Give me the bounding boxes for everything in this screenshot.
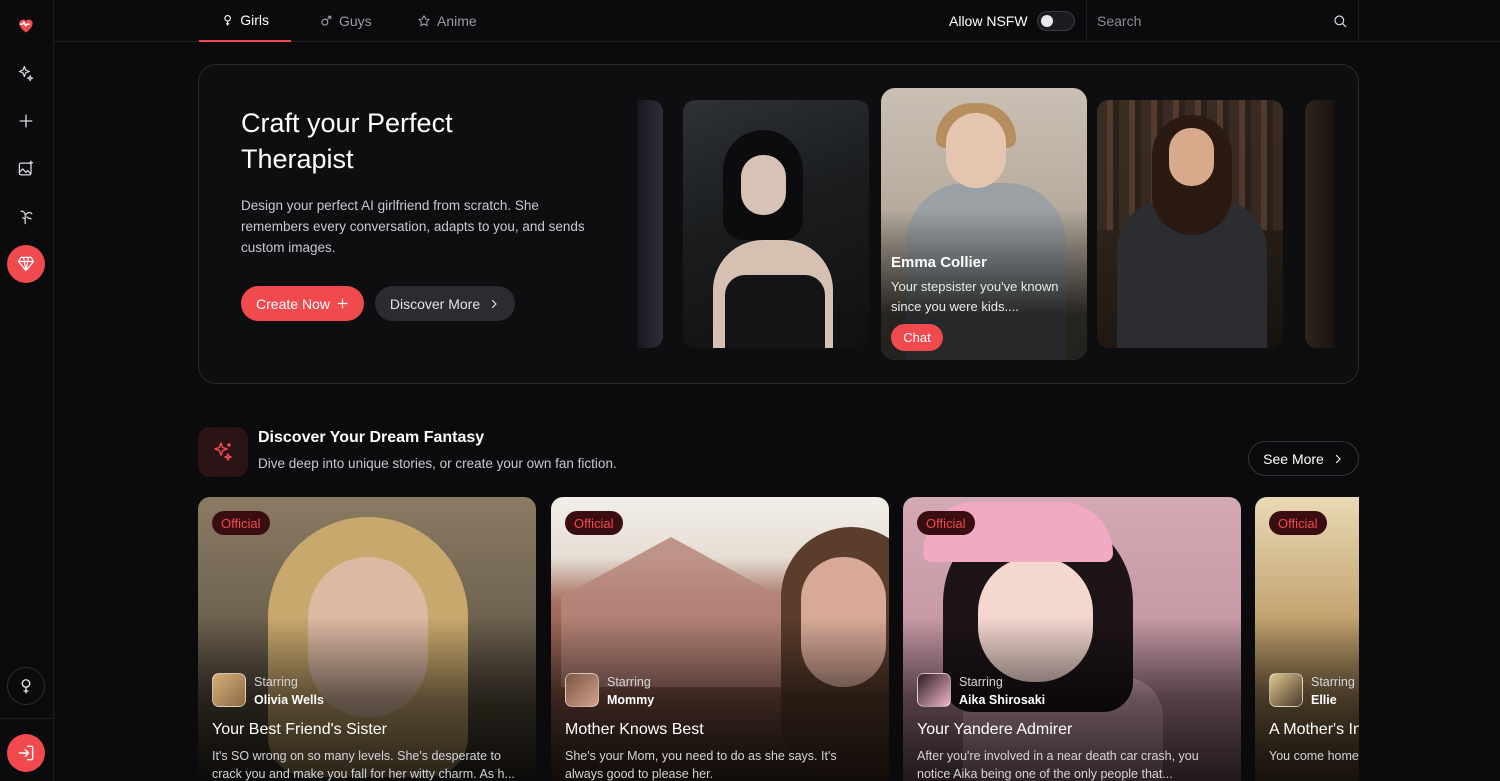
login-button[interactable] (7, 734, 45, 772)
hero-banner: Craft your Perfect Therapist Design your… (198, 64, 1359, 384)
story-description: She's your Mom, you need to do as she sa… (565, 749, 837, 781)
see-more-button[interactable]: See More (1248, 441, 1359, 476)
chevron-right-icon (492, 299, 497, 308)
section-title: Discover Your Dream Fantasy (258, 429, 485, 446)
discover-more-label: Discover More (389, 295, 481, 312)
sparkles-icon (214, 442, 232, 461)
sidebar-item-create[interactable] (7, 102, 45, 140)
hero-description: Design your perfect AI girlfriend from s… (241, 198, 585, 255)
star-name: Olivia Wells (254, 693, 324, 707)
tab-guys[interactable]: Guys (297, 0, 394, 42)
sparkles-icon (18, 65, 34, 82)
plus-icon (19, 114, 33, 128)
avatar (1269, 673, 1303, 707)
carousel-card-partial[interactable] (1305, 100, 1335, 348)
story-description: You come home chaos of the day (1269, 749, 1359, 763)
create-now-button[interactable]: Create Now (241, 286, 364, 321)
story-card[interactable]: Official Starring Olivia Wells Your Best… (198, 497, 536, 781)
official-badge: Official (565, 511, 623, 535)
tab-label: Guys (339, 13, 372, 29)
tab-anime[interactable]: Anime (395, 0, 499, 42)
story-card[interactable]: Official Starring Ellie A Mother's In Yo… (1255, 497, 1359, 781)
avatar (917, 673, 951, 707)
story-description: After you're involved in a near death ca… (917, 749, 1199, 781)
search-input[interactable] (1097, 13, 1332, 29)
character-face (1169, 128, 1214, 186)
section-icon (198, 427, 248, 477)
star-name: Ellie (1311, 693, 1337, 707)
nsfw-label: Allow NSFW (949, 13, 1028, 29)
star-icon (418, 15, 430, 27)
story-card[interactable]: Official Starring Aika Shirosaki Your Ya… (903, 497, 1241, 781)
sidebar (0, 0, 54, 781)
carousel-card[interactable] (1097, 100, 1283, 348)
search-icon[interactable] (1332, 13, 1348, 29)
female-icon (21, 679, 31, 694)
story-card[interactable]: Official Starring Mommy Mother Knows Bes… (551, 497, 889, 781)
discover-more-button[interactable]: Discover More (375, 286, 515, 321)
sidebar-item-premium[interactable] (7, 245, 45, 283)
image-plus-icon (18, 160, 34, 176)
login-icon (18, 745, 34, 761)
official-badge: Official (917, 511, 975, 535)
character-face (741, 155, 786, 215)
official-badge: Official (1269, 511, 1327, 535)
nsfw-toggle-group: Allow NSFW (949, 0, 1075, 42)
gender-switch-button[interactable] (7, 667, 45, 705)
story-title: Mother Knows Best (565, 721, 704, 738)
chat-button[interactable]: Chat (891, 324, 943, 351)
section-subtitle: Dive deep into unique stories, or create… (258, 456, 617, 471)
create-now-label: Create Now (256, 295, 330, 312)
starring-label: Starring (607, 675, 651, 689)
tab-label: Girls (240, 12, 269, 28)
sidebar-divider (0, 718, 54, 719)
carousel-card-featured[interactable]: Emma Collier Your stepsister you've know… (881, 88, 1087, 360)
logo-heart-pulse-icon[interactable] (7, 6, 45, 44)
character-outfit (725, 275, 825, 348)
hanger-icon (20, 210, 33, 225)
sidebar-item-discover[interactable] (7, 55, 45, 93)
avatar (565, 673, 599, 707)
story-description: It's SO wrong on so many levels. She's d… (212, 749, 515, 781)
story-cards-row: Official Starring Olivia Wells Your Best… (198, 497, 1359, 781)
starring-label: Starring (959, 675, 1003, 689)
tab-girls[interactable]: Girls (199, 0, 291, 42)
hero-title: Craft your Perfect Therapist (241, 108, 453, 174)
sidebar-item-wardrobe[interactable] (7, 198, 45, 236)
carousel-card[interactable] (683, 100, 869, 348)
featured-character-name: Emma Collier (891, 254, 987, 271)
character-face (946, 113, 1006, 188)
nsfw-toggle[interactable] (1036, 11, 1075, 31)
star-name: Aika Shirosaki (959, 693, 1046, 707)
chevron-right-icon (1335, 454, 1341, 463)
search-bar (1086, 0, 1359, 42)
avatar (212, 673, 246, 707)
plus-icon (337, 298, 348, 309)
female-icon (224, 15, 231, 26)
story-title: A Mother's In (1269, 721, 1359, 738)
star-name: Mommy (607, 693, 655, 707)
diamond-icon (17, 256, 35, 272)
carousel-card-partial[interactable] (637, 100, 663, 348)
see-more-label: See More (1263, 450, 1324, 467)
top-bar: Girls Guys Anime Allow NSFW (54, 0, 1500, 42)
story-title: Your Yandere Admirer (917, 721, 1073, 738)
sidebar-item-generate-image[interactable] (7, 150, 45, 188)
starring-label: Starring (1311, 675, 1355, 689)
heart-pulse-icon (19, 19, 33, 33)
official-badge: Official (212, 511, 270, 535)
story-title: Your Best Friend's Sister (212, 721, 387, 738)
featured-character-description: Your stepsister you've known since you w… (891, 279, 1059, 314)
male-icon (321, 15, 332, 26)
tab-label: Anime (437, 13, 477, 29)
starring-label: Starring (254, 675, 298, 689)
